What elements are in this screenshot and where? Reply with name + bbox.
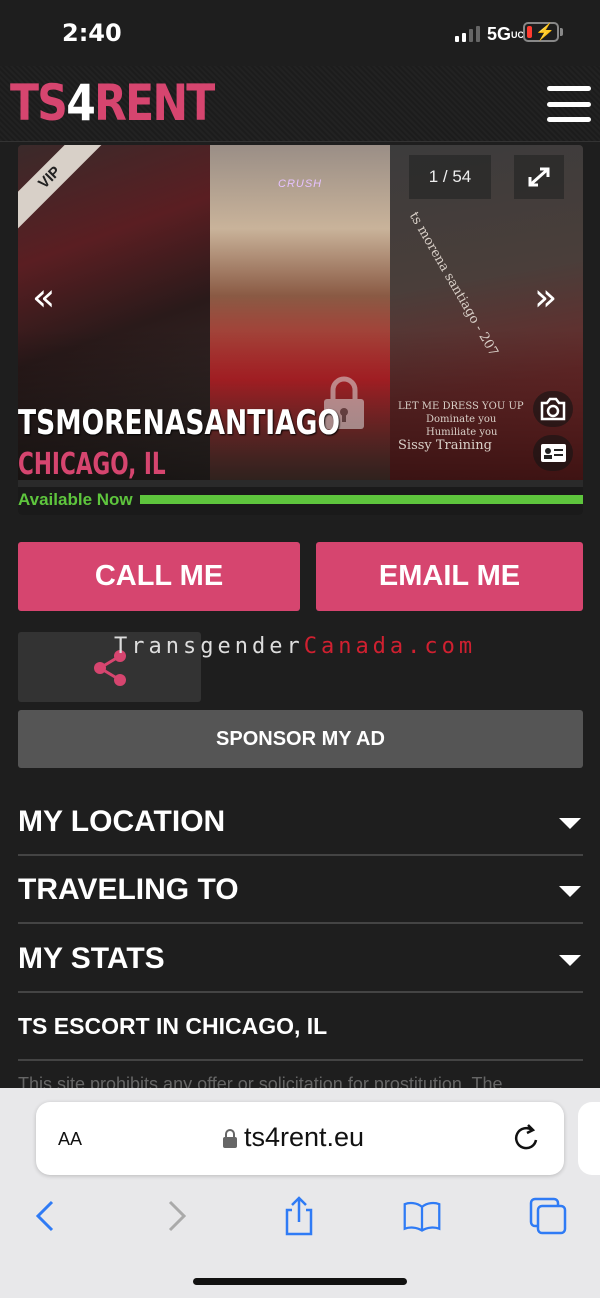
- call-me-button[interactable]: CALL ME: [18, 542, 300, 611]
- caret-down-icon: [559, 955, 581, 966]
- sponsor-my-ad-button[interactable]: SPONSOR MY AD: [18, 710, 583, 768]
- availability-strip: Available Now: [18, 487, 583, 515]
- forward-icon[interactable]: [156, 1196, 196, 1236]
- next-photo-arrow-icon[interactable]: »: [534, 275, 557, 319]
- site-logo[interactable]: TS4RENT: [10, 74, 215, 132]
- battery-tip: [560, 28, 563, 36]
- email-me-button[interactable]: EMAIL ME: [316, 542, 583, 611]
- reader-aa-button[interactable]: AA: [58, 1124, 82, 1152]
- accordion-my-stats[interactable]: MY STATS: [18, 925, 583, 993]
- reload-icon[interactable]: [512, 1122, 542, 1154]
- cellular-signal-icon: [455, 26, 480, 42]
- hamburger-menu-icon[interactable]: [547, 86, 591, 122]
- home-indicator: [193, 1278, 407, 1285]
- url-text: ts4rent.eu: [244, 1122, 365, 1152]
- caret-down-icon: [559, 818, 581, 829]
- transgendercanada-watermark: TransgenderCanada.com: [114, 634, 477, 659]
- accordion-label: MY LOCATION: [18, 805, 226, 838]
- id-card-icon[interactable]: [533, 435, 573, 471]
- site-header: TS4RENT: [0, 66, 600, 142]
- tabs-icon[interactable]: [528, 1196, 568, 1236]
- photo-gallery[interactable]: CRUSH ts morena santiago - 207 LET ME DR…: [18, 145, 583, 515]
- bookmarks-icon[interactable]: [402, 1196, 442, 1236]
- previous-photo-arrow-icon[interactable]: «: [32, 275, 55, 319]
- next-tab-peek[interactable]: [578, 1102, 600, 1175]
- battery-icon: ⚡: [523, 22, 559, 42]
- status-time: 2:40: [62, 19, 122, 47]
- lock-icon: [223, 1129, 237, 1148]
- fullscreen-expand-icon[interactable]: [514, 155, 564, 199]
- address-bar[interactable]: AA ts4rent.eu: [36, 1102, 564, 1175]
- caret-down-icon: [559, 886, 581, 897]
- seo-heading: TS ESCORT IN CHICAGO, IL: [18, 993, 583, 1061]
- safari-toolbar: AA ts4rent.eu: [0, 1088, 600, 1298]
- photo-counter: 1 / 54: [409, 155, 491, 199]
- status-bar: 2:40 5GUC ⚡: [0, 0, 600, 66]
- profile-name: TSMORENASANTIAGO: [18, 403, 341, 443]
- profile-location: CHICAGO, IL: [18, 447, 166, 482]
- share-sheet-icon[interactable]: [279, 1196, 319, 1236]
- availability-bar: [140, 495, 583, 504]
- availability-status: Available Now: [18, 490, 133, 509]
- accordion-traveling-to[interactable]: TRAVELING TO: [18, 856, 583, 924]
- photo-caption: CRUSH: [278, 178, 323, 190]
- photo-watermark: ts morena santiago - 207 LET ME DRESS YO…: [398, 209, 524, 453]
- network-type: 5GUC: [487, 24, 525, 44]
- back-icon[interactable]: [26, 1196, 66, 1236]
- accordion-label: MY STATS: [18, 942, 165, 975]
- accordion-my-location[interactable]: MY LOCATION: [18, 788, 583, 856]
- camera-icon[interactable]: [533, 391, 573, 427]
- accordion-label: TRAVELING TO: [18, 873, 239, 906]
